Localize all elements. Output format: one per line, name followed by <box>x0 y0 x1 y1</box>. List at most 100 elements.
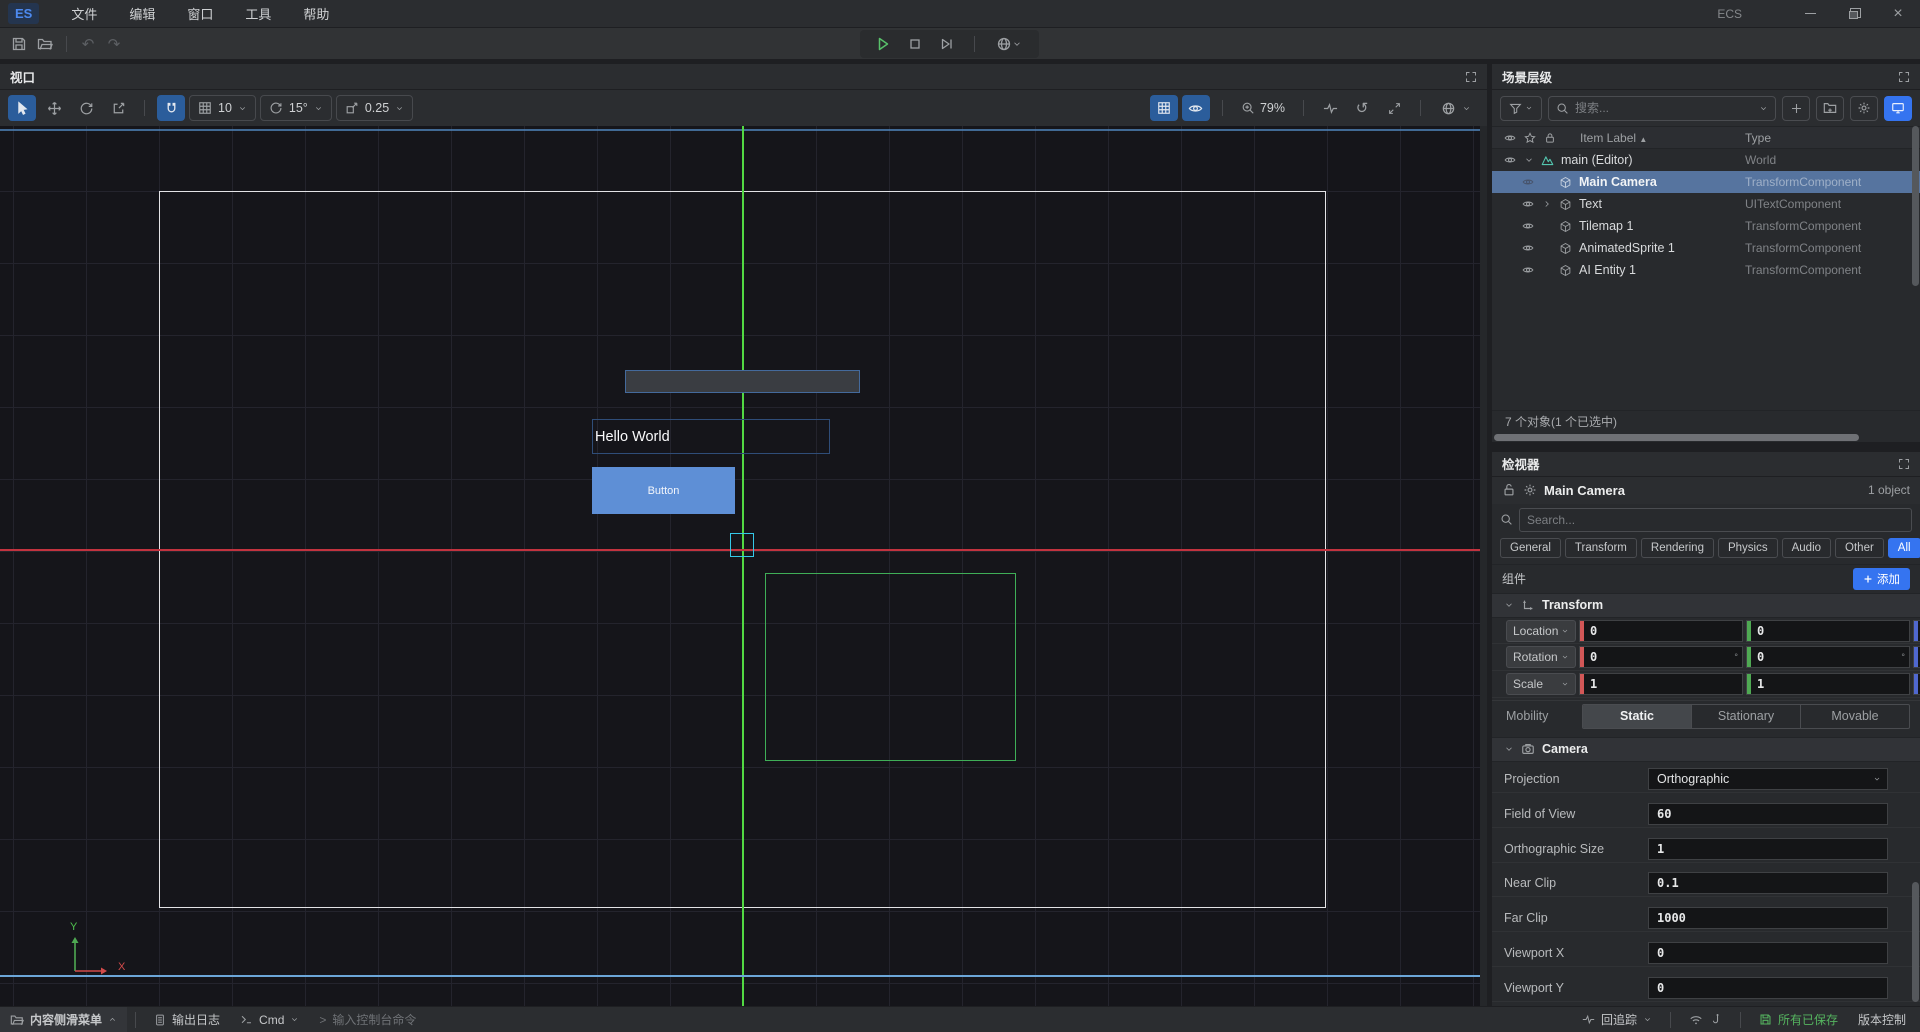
viewport-y-input[interactable] <box>1649 981 1887 995</box>
far-clip-input[interactable] <box>1649 911 1887 925</box>
tab-general[interactable]: General <box>1500 538 1561 558</box>
selected-object-handle[interactable] <box>730 533 754 557</box>
far-clip-field[interactable] <box>1648 907 1888 929</box>
stop-button[interactable] <box>902 32 928 56</box>
gear-icon[interactable] <box>1523 483 1537 497</box>
run-target-dropdown[interactable] <box>989 32 1029 56</box>
scene-canvas[interactable]: Hello World Button Y X <box>0 126 1487 1006</box>
scale-y-input[interactable] <box>1751 677 1909 691</box>
view-mode-dropdown[interactable] <box>1433 95 1479 121</box>
scale-x-input[interactable] <box>1584 677 1742 691</box>
tab-other[interactable]: Other <box>1835 538 1884 558</box>
output-log-button[interactable]: 输出日志 <box>144 1007 230 1032</box>
show-grid-toggle[interactable] <box>1150 95 1178 121</box>
tab-all[interactable]: All <box>1888 538 1920 558</box>
expand-panel-icon[interactable] <box>1898 71 1910 83</box>
transform-section-header[interactable]: Transform <box>1492 593 1920 618</box>
ui-panel-object[interactable] <box>625 370 860 393</box>
redo-button[interactable]: ↷ <box>101 32 127 56</box>
text-object[interactable]: Hello World <box>592 419 830 454</box>
undo-button[interactable]: ↶ <box>75 32 101 56</box>
expand-panel-icon[interactable] <box>1898 458 1910 470</box>
viewport-x-field[interactable] <box>1648 942 1888 964</box>
menu-tools[interactable]: 工具 <box>231 0 285 28</box>
projection-dropdown[interactable]: Orthographic <box>1648 768 1888 790</box>
expander[interactable] <box>1519 155 1538 165</box>
play-button[interactable] <box>870 32 896 56</box>
field-of-view-field[interactable] <box>1648 803 1888 825</box>
zoom-control[interactable]: 79% <box>1235 101 1291 115</box>
menu-window[interactable]: 窗口 <box>173 0 227 28</box>
hierarchy-search[interactable] <box>1548 96 1776 121</box>
tilemap-outline[interactable] <box>765 573 1016 761</box>
version-control-button[interactable]: 版本控制 <box>1848 1011 1920 1028</box>
visibility-toggle[interactable] <box>1518 220 1537 232</box>
column-type[interactable]: Type <box>1745 131 1771 145</box>
console-input[interactable]: > 输入控制台命令 <box>309 1007 426 1032</box>
hierarchy-row-text[interactable]: Text UITextComponent <box>1492 193 1920 215</box>
step-button[interactable] <box>934 32 960 56</box>
app-logo[interactable]: ES <box>8 3 39 24</box>
field-of-view-input[interactable] <box>1649 807 1887 821</box>
location-z-field[interactable] <box>1913 620 1920 642</box>
select-tool-button[interactable] <box>8 95 36 121</box>
location-x-input[interactable] <box>1584 624 1742 638</box>
filter-dropdown[interactable] <box>1500 96 1542 121</box>
tab-transform[interactable]: Transform <box>1565 538 1637 558</box>
hierarchy-search-input[interactable] <box>1575 101 1753 115</box>
hierarchy-row-main[interactable]: main (Editor) World <box>1492 149 1920 171</box>
column-item-label[interactable]: Item Label ▲ <box>1580 131 1647 145</box>
maximize-button[interactable] <box>1832 0 1876 28</box>
transform-tool-button[interactable] <box>104 95 132 121</box>
canvas-scrollbar[interactable] <box>1480 126 1487 1006</box>
lock-open-icon[interactable] <box>1502 483 1516 497</box>
scale-snap-dropdown[interactable]: 0.25 <box>336 95 413 121</box>
menu-file[interactable]: 文件 <box>57 0 111 28</box>
save-status[interactable]: 所有已保存 <box>1749 1011 1848 1028</box>
hierarchy-row-tilemap[interactable]: Tilemap 1 TransformComponent <box>1492 215 1920 237</box>
orthographic-size-input[interactable] <box>1649 842 1887 856</box>
visibility-toggle[interactable] <box>1518 264 1537 276</box>
hierarchy-row-main-camera[interactable]: Main Camera TransformComponent <box>1492 171 1920 193</box>
location-mode-dropdown[interactable]: Location <box>1506 620 1576 642</box>
hierarchy-row-ai-entity[interactable]: AI Entity 1 TransformComponent <box>1492 259 1920 281</box>
button-object[interactable]: Button <box>592 467 735 514</box>
inspector-vscrollbar[interactable] <box>1912 882 1919 1002</box>
visibility-toggle[interactable] <box>1518 198 1537 210</box>
inspector-search[interactable] <box>1519 508 1912 532</box>
add-entity-button[interactable] <box>1782 96 1810 121</box>
hierarchy-hscrollbar[interactable] <box>1492 432 1920 442</box>
menu-edit[interactable]: 编辑 <box>115 0 169 28</box>
rotation-y-field[interactable]: ° <box>1746 646 1910 668</box>
scale-mode-dropdown[interactable]: Scale <box>1506 673 1576 695</box>
rotation-mode-dropdown[interactable]: Rotation <box>1506 646 1576 668</box>
near-clip-input[interactable] <box>1649 876 1887 890</box>
viewport-y-field[interactable] <box>1648 977 1888 999</box>
reset-view-button[interactable]: ↺ <box>1348 95 1376 121</box>
location-y-field[interactable] <box>1746 620 1910 642</box>
open-button[interactable] <box>32 32 58 56</box>
visibility-toggle[interactable] <box>1500 154 1519 166</box>
expand-panel-icon[interactable] <box>1465 71 1477 83</box>
scale-x-field[interactable] <box>1579 673 1743 695</box>
inspector-search-input[interactable] <box>1527 513 1904 527</box>
scale-z-field[interactable] <box>1913 673 1920 695</box>
location-y-input[interactable] <box>1751 624 1909 638</box>
snap-toggle-button[interactable] <box>157 95 185 121</box>
runtime-view-toggle[interactable] <box>1884 96 1912 121</box>
save-button[interactable] <box>6 32 32 56</box>
move-tool-button[interactable] <box>40 95 68 121</box>
mobility-movable[interactable]: Movable <box>1801 705 1909 728</box>
new-folder-button[interactable] <box>1816 96 1844 121</box>
orthographic-size-field[interactable] <box>1648 838 1888 860</box>
network-status[interactable] <box>1679 1013 1732 1027</box>
tab-rendering[interactable]: Rendering <box>1641 538 1714 558</box>
location-x-field[interactable] <box>1579 620 1743 642</box>
add-component-button[interactable]: 添加 <box>1853 568 1910 590</box>
content-drawer-button[interactable]: 内容侧滑菜单 <box>0 1007 127 1032</box>
backtrace-dropdown[interactable]: 回追踪 <box>1572 1011 1662 1028</box>
hierarchy-vscrollbar[interactable] <box>1912 126 1919 286</box>
rotation-y-input[interactable] <box>1751 650 1909 664</box>
scale-y-field[interactable] <box>1746 673 1910 695</box>
menu-help[interactable]: 帮助 <box>289 0 343 28</box>
